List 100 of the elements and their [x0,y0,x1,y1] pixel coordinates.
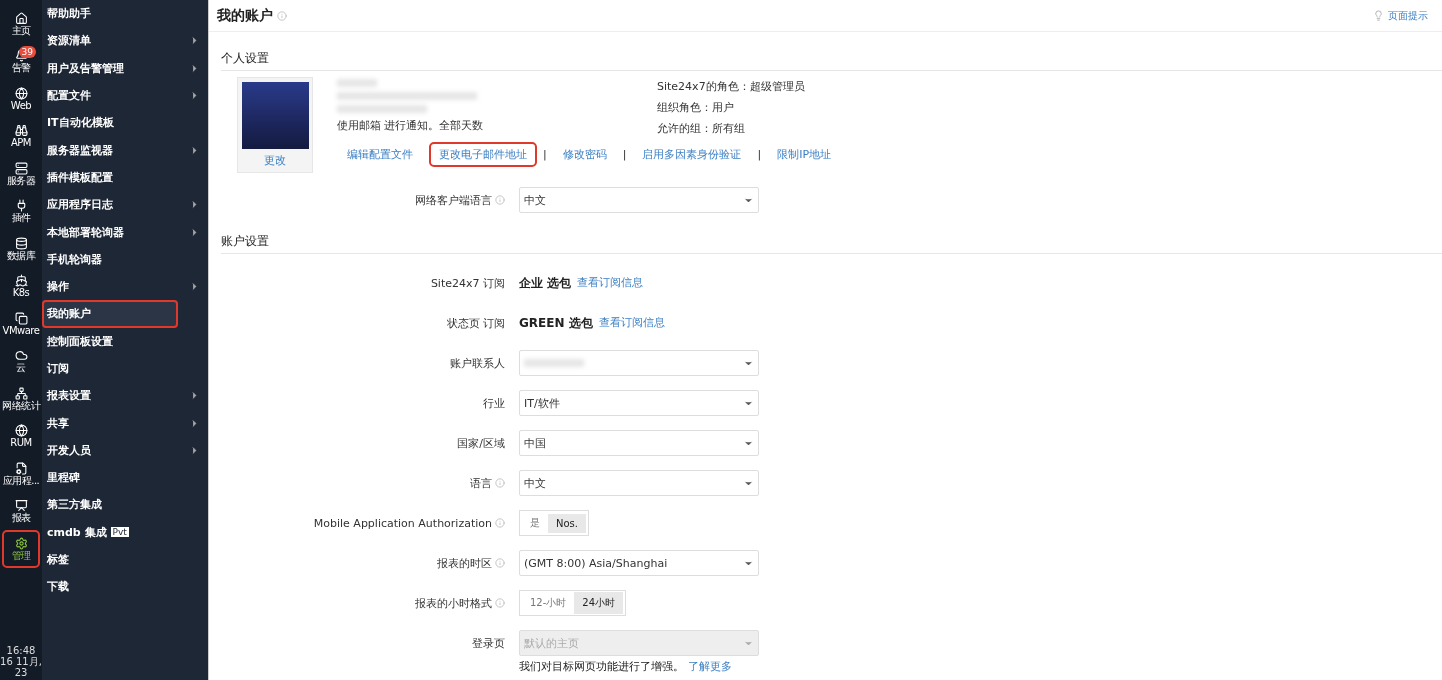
menu-item[interactable]: 资源清单 [42,27,208,55]
lightbulb-icon [1373,10,1384,21]
menu-item[interactable]: 报表设置 [42,382,208,410]
role-text: Site24x7的角色：超级管理员 [657,79,805,94]
menu-item[interactable]: 插件模板配置 [42,163,208,192]
menu-item[interactable]: 我的账户 [42,300,178,328]
role-text: 允许的组：所有组 [657,121,746,136]
field-label: 报表的小时格式 [415,595,492,611]
link-separator: | [622,148,627,161]
nav-rail-item[interactable]: K8s [2,267,40,305]
home-icon [14,11,28,25]
menu-item[interactable]: 本地部署轮询器 [42,218,208,246]
nav-rail-item[interactable]: 报表 [2,492,40,530]
field-label: Site24x7 订阅 [430,275,505,291]
private-tag: Pvt [110,527,129,538]
menu-item[interactable]: 订阅 [42,354,208,383]
toggle-option[interactable]: Nos. [548,513,586,533]
info-icon [495,195,505,205]
menu-item[interactable]: 下载 [42,573,208,601]
gear-icon [14,536,28,550]
nav-rail-item[interactable]: 管理 [2,530,40,568]
menu-item[interactable]: IT自动化模板 [42,109,208,137]
server-icon [14,161,28,175]
field-label: 国家/区域 [457,435,505,451]
subscription-link[interactable]: 查看订阅信息 [598,316,665,330]
menu-item[interactable]: 帮助助手 [42,0,208,28]
dropdown-select[interactable]: 中国 [519,430,759,456]
nav-rail-item[interactable]: VMware [2,305,40,343]
section-title: 账户设置 [221,227,1442,254]
menu-item[interactable]: 配置文件 [42,81,208,110]
link-separator: | [543,148,547,161]
clock-year: 23 [14,667,28,678]
count-badge: 39 [18,45,36,58]
account-link[interactable]: 更改电子邮件地址 [429,142,537,167]
account-link[interactable]: 限制IP地址 [767,142,842,167]
role-text: 组织角色：用户 [657,100,735,115]
dropdown-select[interactable]: IT/软件 [519,390,759,416]
clock-time: 16:48 [6,645,36,656]
menu-item[interactable]: cmdb 集成 Pvt [42,518,208,546]
nav-rail-item[interactable]: Web [2,80,40,118]
menu-item[interactable]: 服务器监视器 [42,136,208,164]
menu-item[interactable]: 里程碑 [42,464,208,492]
info-icon [277,10,287,21]
globe-icon [14,86,28,100]
nav-rail-item[interactable]: 数据库 [2,230,40,268]
dropdown-select[interactable]: (GMT 8:00) Asia/Shanghai [519,550,759,576]
field-label: 语言 [470,475,492,491]
account-link[interactable]: 修改密码 [552,142,617,167]
menu-item[interactable]: 手机轮询器 [42,245,208,273]
menu-item[interactable]: 用户及告警管理 [42,54,208,82]
plan-name: GREEN 选包 [519,314,593,332]
menu-item[interactable]: 第三方集成 [42,491,208,519]
menu-item[interactable]: 开发人员 [42,436,208,465]
nav-rail-item[interactable]: 告警 39 [2,42,40,80]
language-select[interactable]: 中文 [519,187,759,213]
presentation-icon [14,499,28,513]
field-label: 账户联系人 [450,355,505,371]
menu-item[interactable]: 操作 [42,272,208,301]
link-separator: | [757,148,762,161]
menu-item[interactable]: 控制面板设置 [42,327,208,355]
account-link[interactable]: 启用多因素身份验证 [632,142,752,167]
field-label: 报表的时区 [437,555,492,571]
field-label: 登录页 [472,635,505,651]
change-avatar-link[interactable]: 更改 [264,153,286,168]
nav-rail-item[interactable]: 云 [2,342,40,380]
toggle-option[interactable]: 24小时 [574,592,624,614]
nav-rail-item[interactable]: 网络统计 [2,380,40,418]
dropdown-select[interactable]: 中文 [519,470,759,496]
nav-rail-item[interactable]: 应用程... [2,455,40,493]
nav-rail-item[interactable]: RUM [2,417,40,455]
toggle-option[interactable]: 12-小时 [522,592,575,614]
network-icon [14,386,28,400]
copy-icon [14,311,28,325]
account-link[interactable]: 编辑配置文件 [337,142,423,167]
ship-icon [14,274,28,288]
toggle-option[interactable]: 是 [522,512,548,534]
file-icon [14,461,28,475]
field-label: 状态页 订阅 [446,315,505,331]
page-hint-link[interactable]: 页面提示 [1388,8,1428,23]
note-text: 我们对目标网页功能进行了增强。 [519,660,684,674]
subscription-link[interactable]: 查看订阅信息 [577,276,644,290]
notification-text: 使用邮箱 进行通知。全部天数 [337,118,485,133]
page-title: 我的账户 [217,6,273,25]
field-label: 网络客户端语言 [415,192,492,208]
binoculars-icon [14,124,28,138]
nav-rail-item[interactable]: 服务器 [2,155,40,193]
nav-rail-item[interactable]: 主页 [2,5,40,43]
plan-name: 企业 选包 [519,274,572,292]
menu-item[interactable]: 共享 [42,409,208,437]
nav-rail-item[interactable]: 插件 [2,192,40,230]
nav-rail-item[interactable]: APM [2,117,40,155]
dropdown-select[interactable] [519,350,759,376]
menu-item[interactable]: 应用程序日志 [42,191,208,219]
database-icon [14,236,28,250]
field-label: 行业 [483,395,505,411]
menu-item[interactable]: 标签 [42,545,208,574]
globe-icon [14,424,28,438]
cloud-icon [14,349,28,363]
section-title: 个人设置 [221,44,1442,71]
field-label: Mobile Application Authorization [313,516,492,530]
